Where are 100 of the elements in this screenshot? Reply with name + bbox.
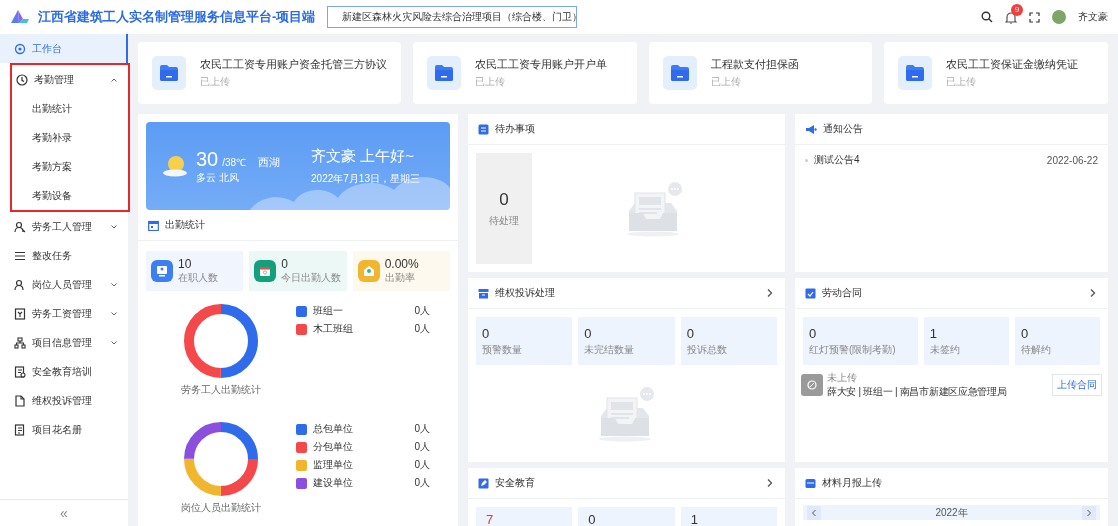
date-text: 2022年7月13日，星期三 xyxy=(311,171,420,186)
worker-info: 薛大安 | 班组一 | 南昌市新建区应急管理局 xyxy=(827,385,1008,399)
document-card[interactable]: 农民工工资保证金缴纳凭证 已上传 xyxy=(884,42,1108,104)
document-icon xyxy=(801,374,823,396)
stat-value: 0 xyxy=(588,512,596,526)
menu-item-icon xyxy=(14,423,26,436)
search-icon[interactable] xyxy=(981,11,993,23)
legend-value: 0人 xyxy=(414,476,430,490)
menu-item-icon xyxy=(14,42,26,55)
sidebar-item[interactable]: 劳务工人管理 xyxy=(0,212,128,241)
list-icon xyxy=(478,123,489,135)
stat-label: 在职人数 xyxy=(178,270,218,285)
sidebar-item[interactable]: 岗位人员管理 xyxy=(0,270,128,299)
folder-icon xyxy=(898,56,933,90)
sidebar-item[interactable]: 劳务工资管理 xyxy=(0,299,128,328)
upload-status: 已上传 xyxy=(946,75,978,89)
chart-caption: 劳务工人出勤统计 xyxy=(181,383,261,397)
year-label: 2022年 xyxy=(934,505,969,520)
bell-icon[interactable] xyxy=(1005,10,1017,24)
contract-icon xyxy=(805,287,816,299)
caret-icon[interactable] xyxy=(110,222,118,231)
sidebar-item[interactable]: 工作台 xyxy=(0,34,128,63)
document-title: 工程款支付担保函 xyxy=(710,57,799,72)
app-title: 江西省建筑工人实名制管理服务信息平台-项目端 xyxy=(38,8,316,26)
sidebar-item[interactable]: 考勤管理 xyxy=(12,65,128,94)
panel-title: 安全教育 xyxy=(495,476,536,490)
menu-item-icon xyxy=(14,394,26,407)
upload-status: 已上传 xyxy=(200,75,231,89)
sidebar-item[interactable]: 整改任务 xyxy=(0,241,128,270)
chevron-right-icon[interactable] xyxy=(765,288,775,298)
sun-cloud-icon xyxy=(162,154,190,178)
fullscreen-icon[interactable] xyxy=(1029,11,1040,23)
collapse-button[interactable]: « xyxy=(0,499,128,526)
document-card[interactable]: 农民工工资专用账户开户单 已上传 xyxy=(413,42,637,104)
panel-title: 材料月报上传 xyxy=(822,476,883,490)
legend-value: 0人 xyxy=(414,422,430,436)
temperature: 30 xyxy=(196,147,219,171)
upload-status: 已上传 xyxy=(475,75,506,89)
stat-value: 0 xyxy=(686,325,695,341)
upload-status: 已上传 xyxy=(710,75,742,89)
sidebar-item[interactable]: 出勤统计 xyxy=(12,94,128,123)
panel-title: 待办事项 xyxy=(495,122,536,136)
notice-date: 2022-06-22 xyxy=(1046,154,1098,166)
panel-title: 出勤统计 xyxy=(165,218,206,232)
edit-icon xyxy=(478,477,489,489)
menu-item-icon xyxy=(14,307,26,320)
pending-label: 待处理 xyxy=(489,213,519,228)
caret-icon[interactable] xyxy=(110,338,118,347)
megaphone-icon xyxy=(805,123,817,135)
sidebar-item[interactable]: 考勤设备 xyxy=(12,181,128,210)
legend-label: 总包单位 xyxy=(313,422,354,436)
project-select[interactable]: 新建区森林火灾风险去综合治理项目（综合楼、门卫） xyxy=(327,6,578,28)
caret-icon[interactable] xyxy=(110,280,118,289)
document-card[interactable]: 农民工工资专用账户资金托管三方协议 已上传 xyxy=(138,42,401,104)
stat-label: 出勤率 xyxy=(384,270,416,285)
stat-value: 10 xyxy=(178,257,193,271)
stat-value: 1 xyxy=(690,512,698,526)
folder-icon xyxy=(427,56,461,90)
upload-contract-button[interactable]: 上传合同 xyxy=(1052,374,1102,396)
pending-count: 0 xyxy=(499,189,509,210)
document-title: 农民工工资保证金缴纳凭证 xyxy=(946,57,1079,72)
city-name: 西湖 xyxy=(258,154,281,170)
stat-label: 红灯预警(限制考勤) xyxy=(809,342,897,357)
stat-label: 投诉总数 xyxy=(686,342,728,357)
stat-value: 0 xyxy=(482,325,491,341)
stat-value: 7 xyxy=(486,512,494,526)
chevron-right-icon[interactable] xyxy=(1088,288,1098,298)
panel-title: 维权投诉处理 xyxy=(495,286,556,300)
stat-label: 待解约 xyxy=(1020,342,1052,357)
stat-label: 未完结数量 xyxy=(584,342,636,357)
user-name[interactable]: 齐文豪 xyxy=(1078,10,1108,24)
sidebar-item[interactable]: 维权投诉管理 xyxy=(0,386,128,415)
legend-label: 班组一 xyxy=(313,304,344,318)
sidebar-item[interactable]: 考勤方案 xyxy=(12,152,128,181)
panel-title: 通知公告 xyxy=(823,122,864,136)
inbox-icon xyxy=(805,477,816,489)
temperature-range: /38℃ xyxy=(222,155,247,169)
logo-icon xyxy=(10,9,30,25)
caret-icon[interactable] xyxy=(110,309,118,318)
menu-item-icon xyxy=(14,249,26,262)
archive-icon xyxy=(478,287,489,299)
avatar[interactable] xyxy=(1052,10,1066,24)
chevron-left-icon xyxy=(811,508,817,517)
stat-value: 0 xyxy=(281,257,289,271)
sidebar-item[interactable]: 考勤补录 xyxy=(12,123,128,152)
notice-title[interactable]: 测试公告4 xyxy=(814,153,1041,167)
chevron-right-icon[interactable] xyxy=(765,478,775,488)
legend-value: 0人 xyxy=(414,304,430,318)
sidebar-item[interactable]: 安全教育培训 xyxy=(0,357,128,386)
sidebar-item[interactable]: 项目花名册 xyxy=(0,415,128,444)
document-card[interactable]: 工程款支付担保函 已上传 xyxy=(648,42,873,104)
folder-icon xyxy=(152,56,186,90)
sidebar-item[interactable]: 项目信息管理 xyxy=(0,328,128,357)
pending-card[interactable]: 0 待处理 xyxy=(476,153,532,264)
menu-item-icon xyxy=(14,365,26,378)
folder-icon xyxy=(662,56,697,90)
greeting-text: 齐文豪 上午好~ xyxy=(311,146,415,166)
document-title: 农民工工资专用账户资金托管三方协议 xyxy=(200,57,387,72)
menu-item-icon xyxy=(14,336,26,349)
weather-condition: 多云 北风 xyxy=(196,170,240,185)
